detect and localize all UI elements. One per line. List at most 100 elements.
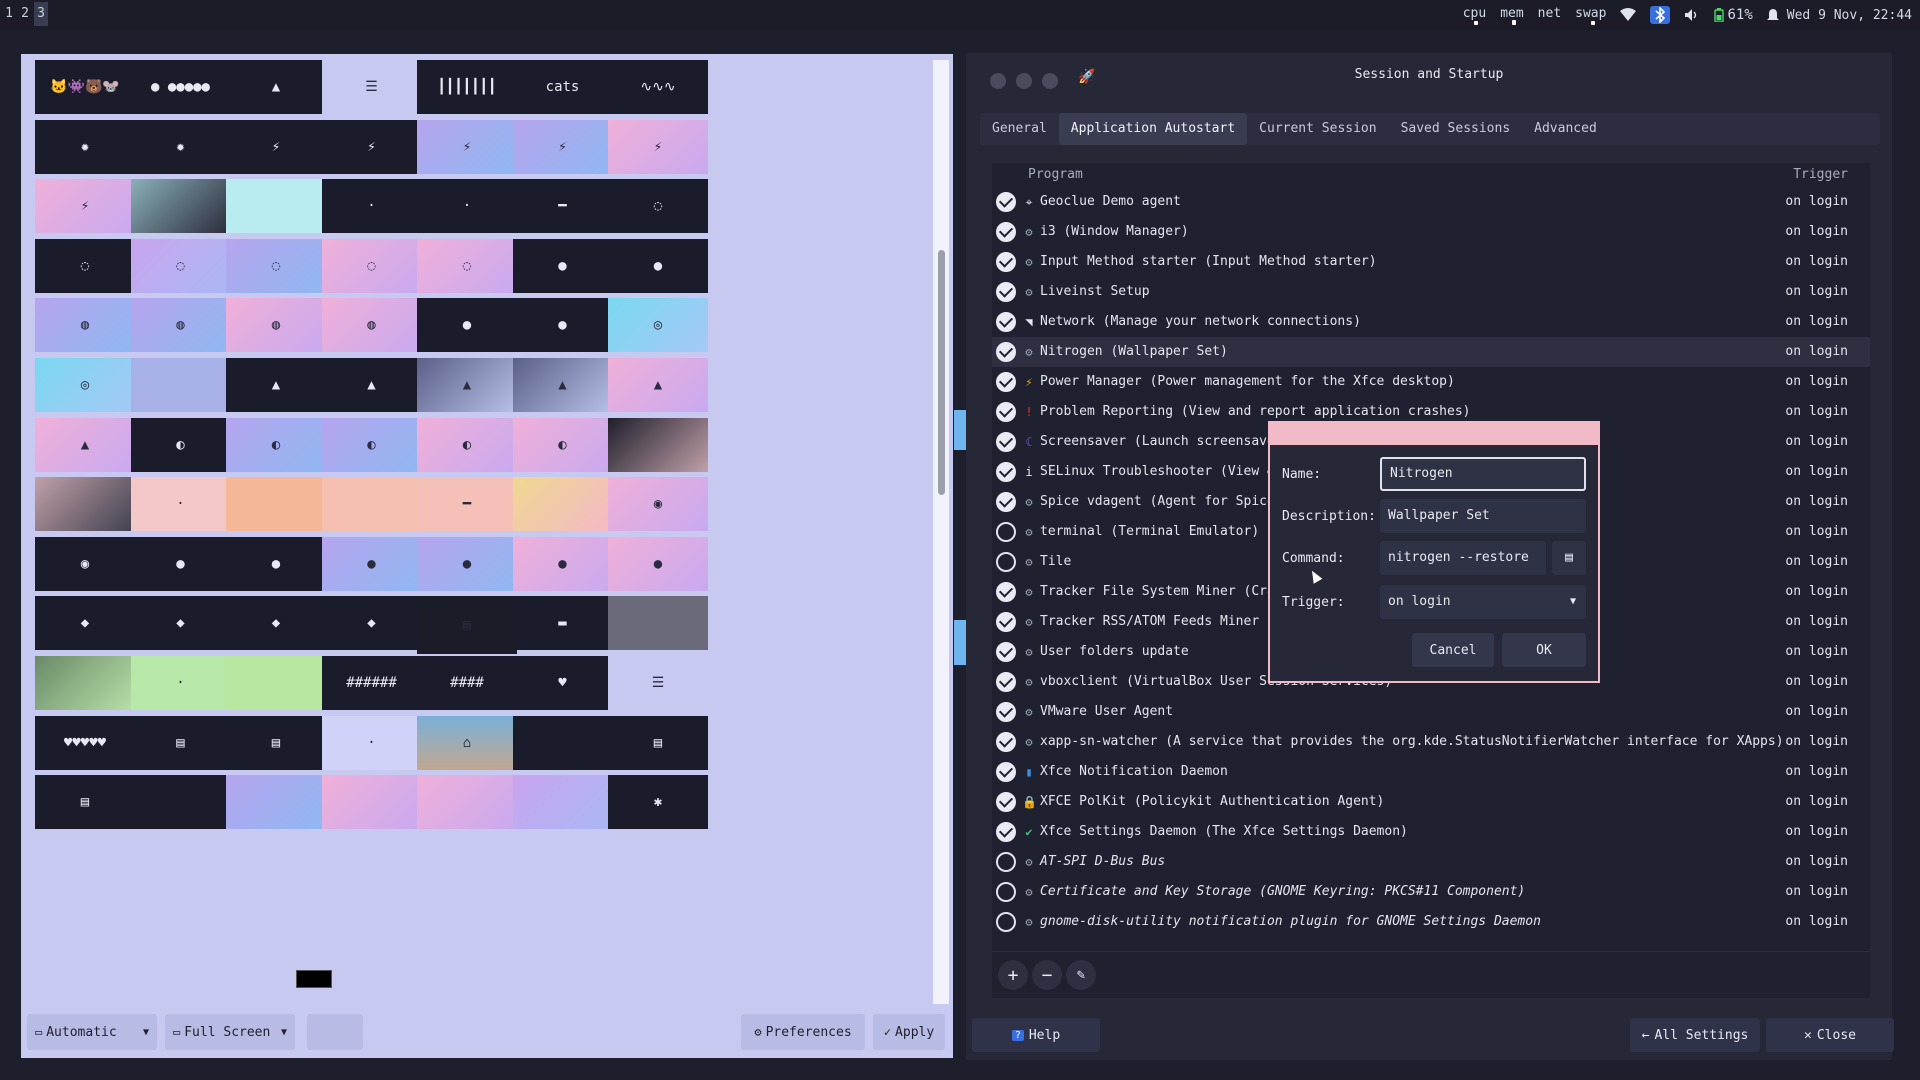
- wallpaper-thumbnail[interactable]: ◍: [35, 298, 135, 353]
- bluetooth-icon[interactable]: [1650, 6, 1671, 24]
- trigger-dropdown[interactable]: on login ▼: [1380, 585, 1586, 619]
- add-button[interactable]: +: [998, 960, 1028, 990]
- wallpaper-thumbnail[interactable]: ◎: [35, 358, 135, 412]
- enable-checkbox[interactable]: [996, 222, 1016, 242]
- autostart-row[interactable]: ⚙ Certificate and Key Storage (GNOME Keyr…: [992, 877, 1870, 907]
- wallpaper-thumbnail[interactable]: [226, 477, 326, 532]
- preferences-button[interactable]: ⚙ Preferences: [741, 1014, 865, 1050]
- wallpaper-thumbnail[interactable]: ⚡: [512, 119, 613, 174]
- wallpaper-thumbnail[interactable]: ━: [512, 179, 613, 234]
- wallpaper-thumbnail[interactable]: ▤: [417, 596, 517, 655]
- wallpaper-thumbnail[interactable]: [35, 656, 135, 710]
- wallpaper-thumbnail[interactable]: ●: [608, 238, 708, 293]
- wallpaper-thumbnail[interactable]: ◆: [130, 596, 231, 651]
- wallpaper-thumbnail[interactable]: ━: [417, 477, 517, 532]
- edit-button[interactable]: ✎: [1066, 960, 1096, 990]
- enable-checkbox[interactable]: [996, 552, 1016, 572]
- scrollbar-thumb[interactable]: [938, 250, 945, 495]
- enable-checkbox[interactable]: [996, 822, 1016, 842]
- wallpaper-thumbnail[interactable]: ◌: [417, 238, 517, 293]
- browse-button[interactable]: ▤: [1552, 541, 1586, 575]
- wallpaper-thumbnail[interactable]: ⌂: [417, 715, 517, 770]
- wallpaper-thumbnail[interactable]: ◆: [321, 596, 422, 651]
- description-field[interactable]: Wallpaper Set: [1380, 499, 1586, 533]
- enable-checkbox[interactable]: [996, 702, 1016, 722]
- bell-icon[interactable]: [1766, 8, 1779, 22]
- wallpaper-thumbnail[interactable]: ◐: [130, 417, 231, 472]
- wallpaper-thumbnail[interactable]: ◆: [35, 596, 135, 651]
- wallpaper-thumbnail[interactable]: [321, 775, 422, 830]
- wallpaper-thumbnail[interactable]: ⚡: [417, 119, 517, 174]
- wallpaper-thumbnail[interactable]: ⚡: [35, 179, 135, 234]
- wallpaper-thumbnail[interactable]: ·: [417, 179, 517, 234]
- enable-checkbox[interactable]: [996, 282, 1016, 302]
- wallpaper-thumbnail[interactable]: ◉: [608, 477, 708, 532]
- wallpaper-thumbnail[interactable]: [321, 477, 422, 532]
- grid-scrollbar[interactable]: [933, 60, 949, 1004]
- wallpaper-thumbnail[interactable]: ◎: [608, 298, 708, 353]
- wallpaper-thumbnail[interactable]: ·: [130, 656, 231, 710]
- wallpaper-thumbnail[interactable]: ◌: [35, 238, 135, 293]
- autostart-row[interactable]: ◥ Network (Manage your network connection…: [992, 307, 1870, 337]
- enable-checkbox[interactable]: [996, 642, 1016, 662]
- wallpaper-thumbnail[interactable]: ▲: [226, 60, 326, 114]
- wallpaper-thumbnail[interactable]: 🐱👾🐻🐭: [35, 60, 135, 114]
- clock[interactable]: Wed 9 Nov, 22:44: [1787, 8, 1912, 23]
- wallpaper-thumbnail[interactable]: ┃┃┃┃┃┃┃: [417, 60, 517, 114]
- wallpaper-thumbnail[interactable]: ◌: [130, 238, 231, 293]
- wallpaper-thumbnail[interactable]: cats: [512, 60, 613, 114]
- enable-checkbox[interactable]: [996, 792, 1016, 812]
- wallpaper-thumbnail[interactable]: ▲: [35, 417, 135, 472]
- enable-checkbox[interactable]: [996, 342, 1016, 362]
- wallpaper-thumbnail[interactable]: ☰: [321, 60, 422, 114]
- autostart-row[interactable]: ⚙ VMware User Agent on login: [992, 697, 1870, 727]
- enable-checkbox[interactable]: [996, 522, 1016, 542]
- autostart-row[interactable]: ▮ Xfce Notification Daemon on login: [992, 757, 1870, 787]
- workspace-1[interactable]: 1: [2, 2, 16, 26]
- dialog-titlebar[interactable]: [1270, 423, 1598, 445]
- wallpaper-thumbnail[interactable]: ▤: [226, 715, 326, 770]
- bg-color-button[interactable]: [307, 1014, 363, 1050]
- wallpaper-thumbnail[interactable]: ⚡: [321, 119, 422, 174]
- wallpaper-thumbnail[interactable]: ∿∿∿: [608, 60, 708, 114]
- autostart-row[interactable]: 🔒 XFCE PolKit (Policykit Authentication A…: [992, 787, 1870, 817]
- remove-button[interactable]: −: [1032, 960, 1062, 990]
- wallpaper-thumbnail[interactable]: ▲: [417, 358, 517, 412]
- tab-saved-sessions[interactable]: Saved Sessions: [1389, 113, 1523, 145]
- name-field[interactable]: Nitrogen: [1380, 457, 1586, 491]
- wallpaper-thumbnail[interactable]: ·: [130, 477, 231, 532]
- wallpaper-thumbnail[interactable]: ▲: [321, 358, 422, 412]
- wallpaper-thumbnail[interactable]: ●: [321, 536, 422, 591]
- wallpaper-thumbnail[interactable]: [130, 179, 231, 234]
- wallpaper-thumbnail[interactable]: ♥: [512, 656, 613, 710]
- wallpaper-thumbnail[interactable]: ◍: [130, 298, 231, 353]
- autostart-row[interactable]: ⚙ Input Method starter (Input Method star…: [992, 247, 1870, 277]
- autostart-row[interactable]: ⚙ Nitrogen (Wallpaper Set) on login: [992, 337, 1870, 367]
- wallpaper-thumbnail[interactable]: ▲: [226, 358, 326, 412]
- wallpaper-thumbnail[interactable]: ✹: [35, 119, 135, 174]
- wallpaper-thumbnail[interactable]: ◉: [35, 536, 135, 591]
- wifi-icon[interactable]: [1620, 8, 1637, 22]
- autostart-row[interactable]: ⚙ gnome-disk-utility notification plugin …: [992, 907, 1870, 937]
- wallpaper-thumbnail[interactable]: ✱: [608, 775, 708, 830]
- enable-checkbox[interactable]: [996, 612, 1016, 632]
- wallpaper-thumbnail[interactable]: ·: [321, 179, 422, 234]
- tab-current-session[interactable]: Current Session: [1247, 113, 1388, 145]
- wallpaper-thumbnail[interactable]: [512, 477, 613, 532]
- autostart-row[interactable]: ⚡ Power Manager (Power management for the…: [992, 367, 1870, 397]
- workspace-3[interactable]: 3: [34, 2, 48, 26]
- enable-checkbox[interactable]: [996, 312, 1016, 332]
- wallpaper-thumbnail[interactable]: ⚡: [608, 119, 708, 174]
- wallpaper-thumbnail[interactable]: [512, 775, 613, 830]
- wallpaper-thumbnail[interactable]: ▲: [608, 358, 708, 412]
- tab-general[interactable]: General: [980, 113, 1059, 145]
- autostart-row[interactable]: ⚙ Liveinst Setup on login: [992, 277, 1870, 307]
- wallpaper-thumbnail[interactable]: [417, 775, 517, 830]
- program-column-header[interactable]: Program: [1028, 167, 1083, 182]
- wallpaper-thumbnail[interactable]: ◍: [226, 298, 326, 353]
- wallpaper-thumbnail[interactable]: ●: [226, 536, 326, 591]
- wallpaper-thumbnail[interactable]: [226, 775, 326, 830]
- trigger-column-header[interactable]: Trigger: [1793, 167, 1848, 182]
- wallpaper-thumbnail[interactable]: ● ●●●●●: [130, 60, 231, 114]
- wallpaper-thumbnail[interactable]: ◐: [512, 417, 613, 472]
